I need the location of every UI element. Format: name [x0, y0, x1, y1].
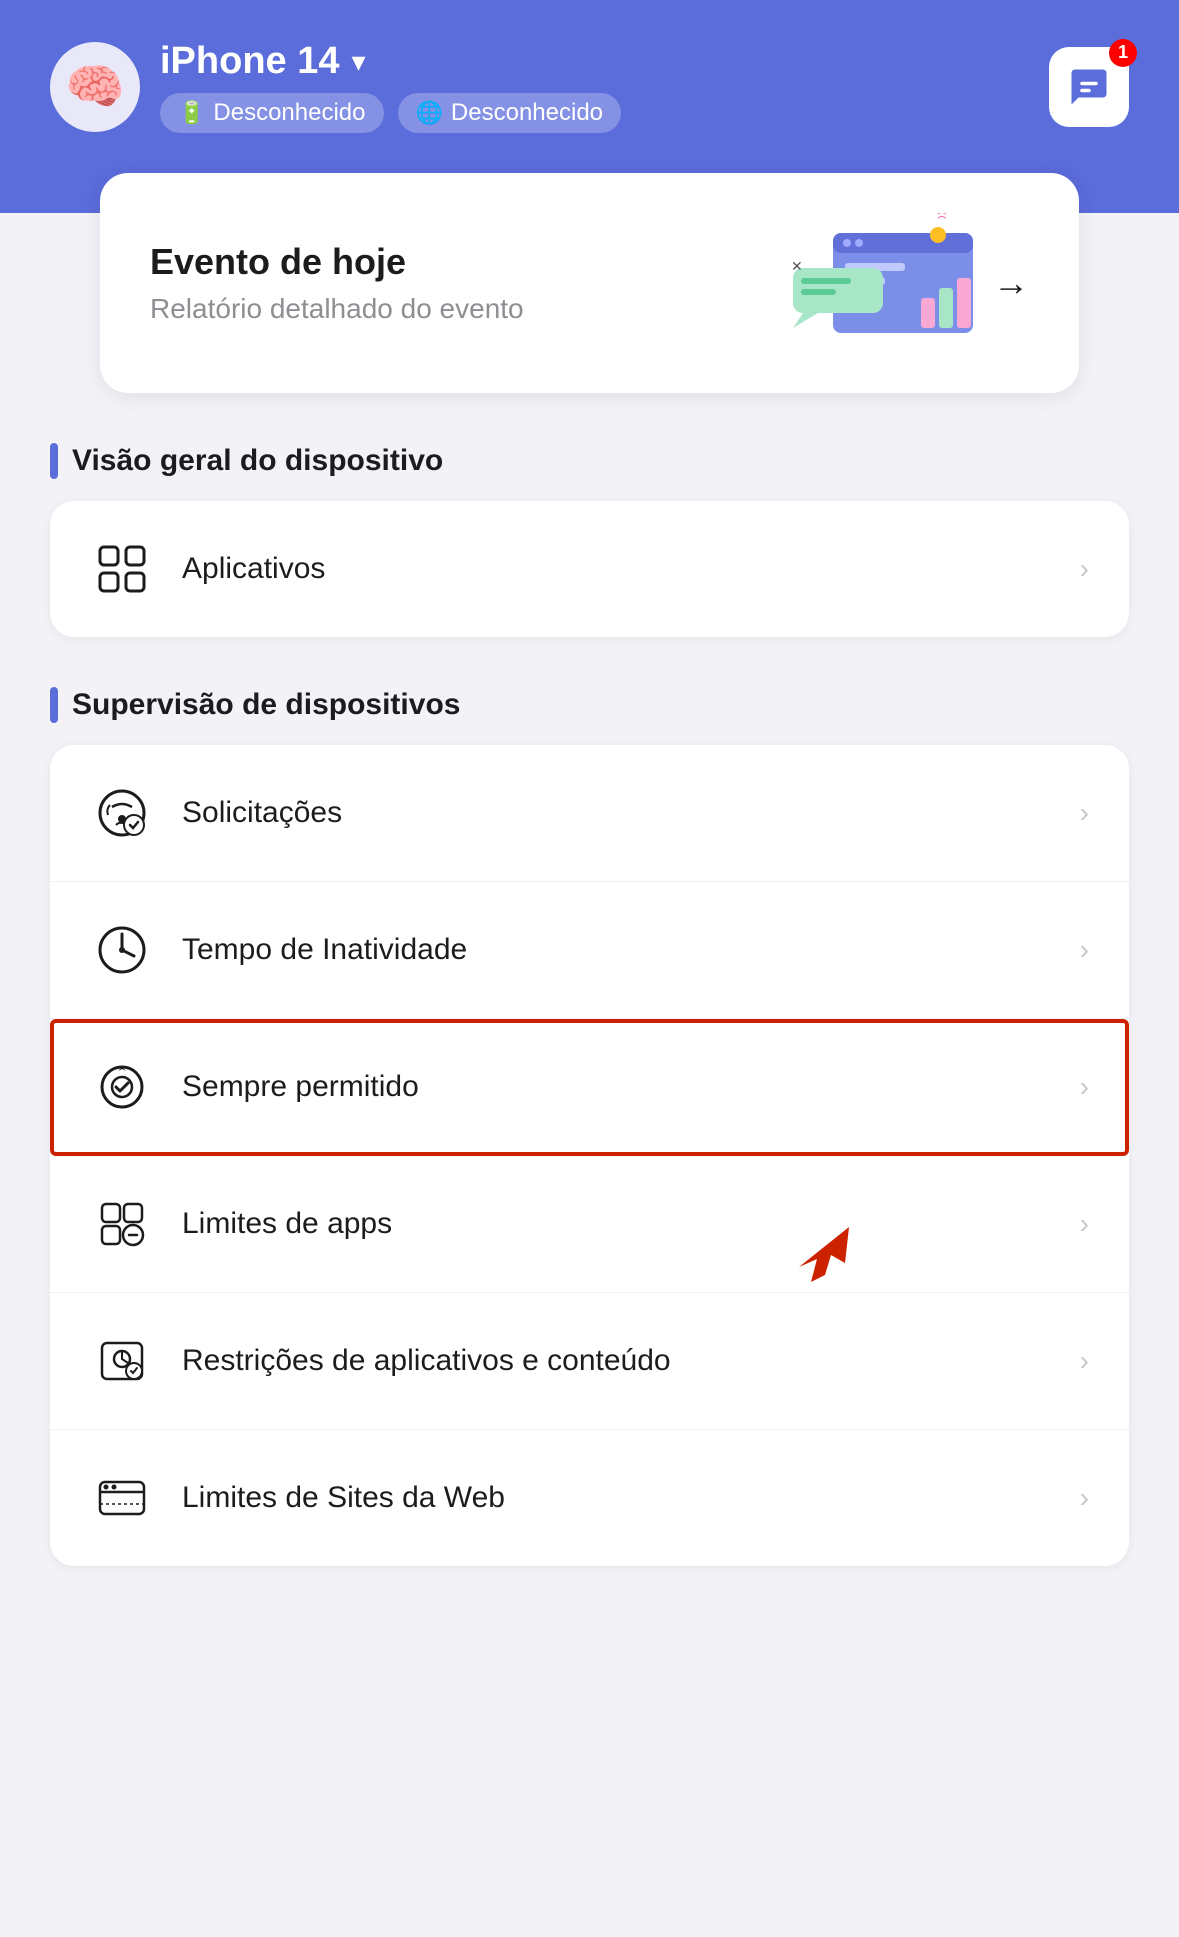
web-limits-row[interactable]: Limites de Sites da Web ›: [50, 1430, 1129, 1566]
always-allowed-label: Sempre permitido: [182, 1070, 1080, 1104]
svg-text:✕: ✕: [791, 258, 803, 274]
downtime-chevron-icon: ›: [1080, 934, 1089, 966]
requests-chevron-icon: ›: [1080, 797, 1089, 829]
web-limits-chevron-icon: ›: [1080, 1482, 1089, 1514]
downtime-label: Tempo de Inatividade: [182, 933, 1080, 967]
apps-icon: [90, 537, 154, 601]
section-accent-2: [50, 687, 58, 723]
content-restrictions-chevron-icon: ›: [1080, 1345, 1089, 1377]
web-limits-label: Limites de Sites da Web: [182, 1481, 1080, 1515]
app-limits-icon: [90, 1192, 154, 1256]
section-accent: [50, 443, 58, 479]
battery-icon: 🔋: [178, 100, 205, 126]
network-label: Desconhecido: [451, 99, 603, 127]
battery-badge: 🔋 Desconhecido: [160, 93, 384, 133]
device-overview-title: Visão geral do dispositivo: [50, 443, 1129, 479]
downtime-icon: [90, 918, 154, 982]
chevron-down-icon[interactable]: ▾: [352, 45, 366, 78]
requests-icon: [90, 781, 154, 845]
device-supervision-title: Supervisão de dispositivos: [50, 687, 1129, 723]
web-limits-icon: [90, 1466, 154, 1530]
always-allowed-row[interactable]: Sempre permitido ›: [50, 1019, 1129, 1156]
content-restrictions-row[interactable]: Restrições de aplicativos e conteúdo ›: [50, 1293, 1129, 1430]
avatar: 🧠: [50, 42, 140, 132]
event-card[interactable]: Evento de hoje Relatório detalhado do ev…: [100, 173, 1079, 393]
downtime-row[interactable]: Tempo de Inatividade ›: [50, 882, 1129, 1019]
device-name: iPhone 14: [160, 40, 340, 83]
event-illustration: ✕ ꩰ: [773, 213, 993, 353]
cursor-pointer-indicator: [789, 1207, 869, 1292]
apps-label: Aplicativos: [182, 552, 1080, 586]
chat-notification-badge: 1: [1109, 39, 1137, 67]
app-limits-chevron-icon: ›: [1080, 1208, 1089, 1240]
app-limits-label: Limites de apps: [182, 1207, 1080, 1241]
always-allowed-icon: [90, 1055, 154, 1119]
requests-row[interactable]: Solicitações ›: [50, 745, 1129, 882]
event-card-title: Evento de hoje: [150, 241, 773, 283]
svg-text:ꩰ: ꩰ: [937, 213, 947, 219]
device-supervision-card-group: Solicitações › Tempo de Inatividade ›: [50, 745, 1129, 1566]
device-overview-section: Visão geral do dispositivo Aplicativos ›: [0, 393, 1179, 637]
device-supervision-section: Supervisão de dispositivos Solicitações …: [0, 637, 1179, 1616]
apps-row[interactable]: Aplicativos ›: [50, 501, 1129, 637]
network-badge: 🌐 Desconhecido: [398, 93, 622, 133]
app-limits-row[interactable]: Limites de apps ›: [50, 1156, 1129, 1293]
content-restrictions-label: Restrições de aplicativos e conteúdo: [182, 1344, 1080, 1378]
chat-button[interactable]: 1: [1049, 47, 1129, 127]
device-overview-card-group: Aplicativos ›: [50, 501, 1129, 637]
event-card-subtitle: Relatório detalhado do evento: [150, 293, 773, 325]
always-allowed-chevron-icon: ›: [1080, 1071, 1089, 1103]
network-icon: 🌐: [416, 100, 443, 126]
device-info: iPhone 14 ▾ 🔋 Desconhecido 🌐 Desconhecid…: [160, 40, 621, 133]
chat-icon: [1068, 66, 1110, 108]
content-restrictions-icon: [90, 1329, 154, 1393]
apps-chevron-icon: ›: [1080, 553, 1089, 585]
battery-label: Desconhecido: [213, 99, 365, 127]
requests-label: Solicitações: [182, 796, 1080, 830]
event-card-arrow: →: [993, 262, 1029, 304]
